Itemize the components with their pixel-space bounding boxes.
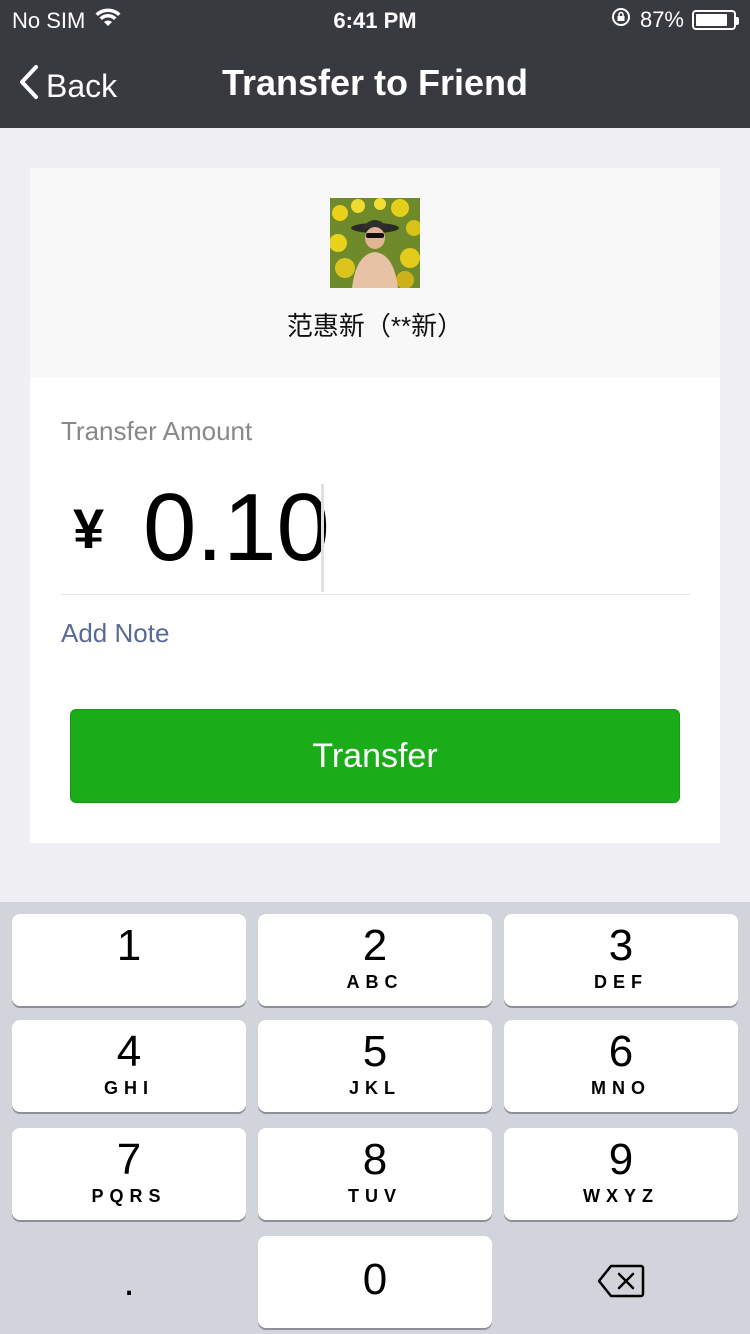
key-digit: 7 xyxy=(116,1135,142,1184)
key-0[interactable]: 0 xyxy=(258,1236,492,1328)
key-letters: MNO xyxy=(591,1078,651,1098)
key-letters: TUV xyxy=(348,1186,402,1206)
add-note-link[interactable]: Add Note xyxy=(61,618,169,649)
battery-icon xyxy=(692,10,739,30)
text-caret xyxy=(321,484,324,592)
avatar[interactable] xyxy=(330,198,420,288)
delete-key[interactable] xyxy=(504,1236,738,1328)
key-3[interactable]: 3 DEF xyxy=(504,914,738,1006)
key-digit: 5 xyxy=(362,1027,388,1076)
key-letters: PQRS xyxy=(91,1186,167,1206)
rotation-lock-icon xyxy=(610,6,632,34)
battery-percent: 87% xyxy=(639,7,684,32)
key-4[interactable]: 4 GHI xyxy=(12,1020,246,1112)
nav-bar: Back Transfer to Friend xyxy=(0,40,750,128)
key-digit: 6 xyxy=(608,1027,634,1076)
status-bar: No SIM 6:41 PM 87% xyxy=(0,0,750,40)
backspace-icon xyxy=(597,1264,645,1303)
numeric-keypad: 1 2 ABC 3 DEF 4 GHI 5 JKL 6 MNO 7 PQRS 8… xyxy=(0,902,750,1334)
key-6[interactable]: 6 MNO xyxy=(504,1020,738,1112)
key-2[interactable]: 2 ABC xyxy=(258,914,492,1006)
amount-input[interactable]: ¥ 0.10 xyxy=(61,468,690,595)
key-1[interactable]: 1 xyxy=(12,914,246,1006)
key-digit: 4 xyxy=(116,1027,142,1076)
key-9[interactable]: 9 WXYZ xyxy=(504,1128,738,1220)
recipient-name: 范惠新（**新） xyxy=(286,311,464,341)
amount-value: 0.10 xyxy=(143,474,330,581)
decimal-label: . xyxy=(123,1260,135,1304)
battery-level xyxy=(696,14,727,26)
key-letters: ABC xyxy=(346,972,404,992)
recipient-section: 范惠新（**新） xyxy=(30,168,720,378)
transfer-button[interactable]: Transfer xyxy=(70,709,680,803)
key-5[interactable]: 5 JKL xyxy=(258,1020,492,1112)
key-7[interactable]: 7 PQRS xyxy=(12,1128,246,1220)
status-right: 87% xyxy=(610,6,739,34)
key-letters: JKL xyxy=(348,1078,401,1098)
key-digit: 0 xyxy=(362,1255,388,1304)
key-digit: 8 xyxy=(362,1135,388,1184)
key-digit: 9 xyxy=(608,1135,634,1184)
page-title: Transfer to Friend xyxy=(221,62,529,103)
key-digit: 3 xyxy=(608,921,634,970)
key-letters: WXYZ xyxy=(583,1186,659,1206)
key-digit: 1 xyxy=(116,921,142,970)
transfer-card: 范惠新（**新） Transfer Amount ¥ 0.10 Add Note… xyxy=(30,168,720,843)
key-decimal[interactable]: . xyxy=(12,1236,246,1328)
key-8[interactable]: 8 TUV xyxy=(258,1128,492,1220)
key-letters: DEF xyxy=(594,972,648,992)
currency-symbol: ¥ xyxy=(73,497,105,560)
key-digit: 2 xyxy=(362,921,388,970)
key-letters: GHI xyxy=(103,1078,154,1098)
amount-label: Transfer Amount xyxy=(61,416,253,446)
